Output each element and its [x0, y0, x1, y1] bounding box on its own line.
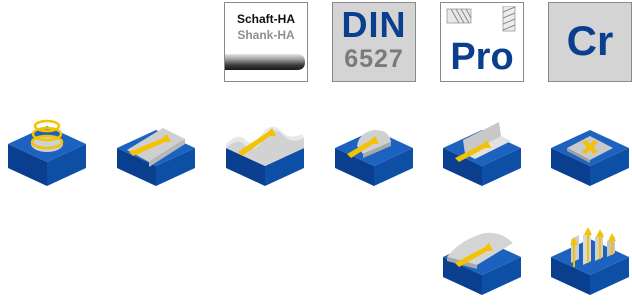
- shank-subtitle: Shank-HA: [237, 28, 295, 42]
- face-milling-icon: [117, 128, 195, 186]
- vertical-plunging-icon: [551, 227, 629, 295]
- shoulder-milling-icon: [443, 122, 521, 186]
- din-6527-badge: DIN 6527: [332, 2, 416, 82]
- pro-label: Pro: [450, 36, 514, 78]
- shank-title: Schaft-HA: [236, 12, 295, 26]
- plunge-milling-icon: [551, 130, 629, 186]
- tool-sketch-icon: [446, 6, 516, 32]
- profile-milling-icon: [226, 126, 304, 186]
- din-label: DIN: [341, 4, 407, 45]
- shank-ha-badge: Schaft-HA Shank-HA: [224, 2, 308, 82]
- pocketing-icon: [335, 130, 413, 186]
- copy-milling-icon: [443, 232, 521, 295]
- din-number: 6527: [344, 45, 404, 73]
- shank-rod-icon: [225, 54, 305, 70]
- helical-plunging-icon: [8, 119, 86, 186]
- cr-label: Cr: [566, 17, 614, 64]
- pro-badge: Pro: [440, 2, 524, 82]
- cr-badge: Cr: [548, 2, 632, 82]
